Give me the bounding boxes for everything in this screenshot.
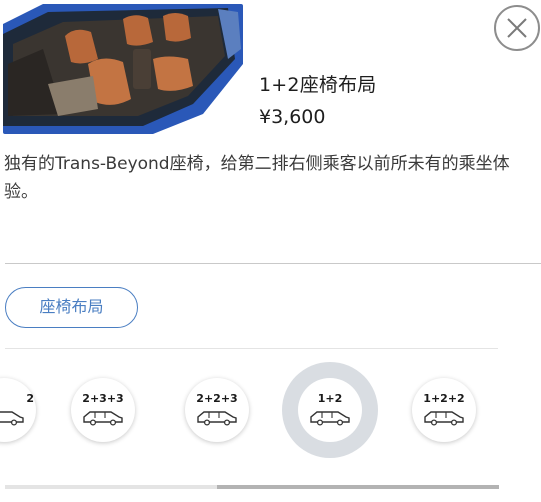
section-divider: [5, 263, 541, 264]
car-interior-image: [3, 4, 243, 134]
option-description: 独有的Trans-Beyond座椅，给第二排右侧乘客以前所未有的乘坐体验。: [4, 154, 510, 202]
seat-layout-label: 2+3+3: [82, 392, 124, 405]
seat-layout-label: 2: [26, 392, 34, 405]
option-price: ¥3,600: [259, 106, 326, 128]
car-icon: [197, 411, 237, 426]
tab-divider: [5, 348, 498, 349]
tab-seat-layout[interactable]: 座椅布局: [5, 287, 138, 328]
close-icon: [507, 18, 527, 38]
car-icon: [83, 411, 123, 426]
seat-layout-option[interactable]: 2: [0, 378, 36, 442]
car-icon: [0, 411, 24, 426]
seat-layout-option[interactable]: 1+2+2: [412, 378, 476, 442]
seat-layout-label: 1+2+2: [423, 392, 465, 405]
seat-layout-options: 2 2+3+3 2+2+3 1+2 1+2+2: [0, 360, 541, 470]
car-icon: [310, 411, 350, 426]
seat-layout-option[interactable]: 2+3+3: [71, 378, 135, 442]
seat-layout-option[interactable]: 2+2+3: [185, 378, 249, 442]
car-icon: [424, 411, 464, 426]
scrollbar-thumb[interactable]: [217, 485, 499, 489]
close-button[interactable]: [494, 5, 540, 51]
seat-layout-label: 1+2: [317, 392, 343, 405]
product-image: [3, 4, 243, 134]
seat-layout-option-selected[interactable]: 1+2: [298, 378, 362, 442]
option-name: 1+2座椅布局: [259, 74, 377, 96]
seat-layout-label: 2+2+3: [196, 392, 238, 405]
